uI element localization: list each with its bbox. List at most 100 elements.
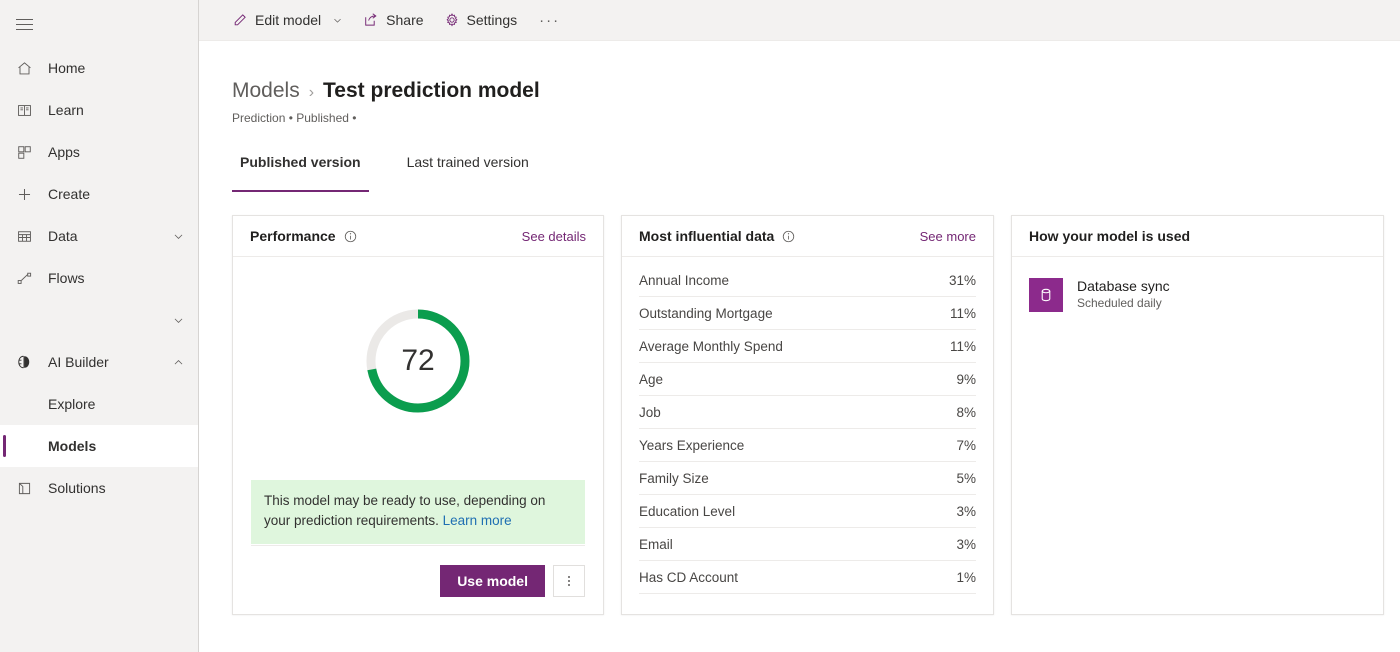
home-icon <box>0 47 48 89</box>
usage-card-title: How your model is used <box>1029 228 1190 244</box>
table-row: Age9% <box>639 363 976 396</box>
influential-field-name: Family Size <box>639 471 956 486</box>
influential-field-percent: 31% <box>949 273 976 288</box>
table-row: Years Experience7% <box>639 429 976 462</box>
table-row: Average Monthly Spend11% <box>639 330 976 363</box>
sidebar-item-label: Home <box>48 61 158 75</box>
influential-field-percent: 3% <box>956 504 976 519</box>
chevron-down-icon[interactable] <box>332 15 343 26</box>
main-content: Edit model Share <box>199 0 1400 652</box>
hamburger-icon[interactable] <box>0 4 48 44</box>
influential-field-name: Annual Income <box>639 273 949 288</box>
tab-last-trained-version[interactable]: Last trained version <box>399 154 537 192</box>
solutions-icon <box>0 467 48 509</box>
chevron-placeholder <box>158 131 198 173</box>
performance-gauge-wrapper: 72 <box>233 305 603 417</box>
list-item[interactable]: Database sync Scheduled daily <box>1029 277 1366 312</box>
gauge-value: 72 <box>362 305 474 417</box>
chevron-placeholder <box>158 383 198 425</box>
version-tabs: Published version Last trained version <box>232 154 1400 192</box>
table-row: Annual Income31% <box>639 264 976 297</box>
sidebar-item-ai-builder[interactable]: AI Builder <box>0 341 198 383</box>
empty-icon <box>0 299 48 341</box>
most-influential-data-card: Most influential data See more Annual In… <box>621 215 994 615</box>
chevron-down-icon[interactable] <box>158 299 198 341</box>
pencil-icon <box>232 12 248 28</box>
influential-data-list: Annual Income31%Outstanding Mortgage11%A… <box>622 264 993 594</box>
sidebar-item-create[interactable]: Create <box>0 173 198 215</box>
sidebar-item-apps[interactable]: Apps <box>0 131 198 173</box>
performance-card: Performance See details <box>232 215 604 615</box>
usage-item-text: Database sync Scheduled daily <box>1077 277 1170 312</box>
chevron-up-icon[interactable] <box>158 341 198 383</box>
settings-button[interactable]: Settings <box>434 0 528 41</box>
tab-published-version[interactable]: Published version <box>232 154 369 192</box>
sidebar-item-learn[interactable]: Learn <box>0 89 198 131</box>
influential-card-title: Most influential data <box>639 228 774 244</box>
usage-card-header: How your model is used <box>1012 216 1383 257</box>
sidebar-item-solutions[interactable]: Solutions <box>0 467 198 509</box>
edit-model-label: Edit model <box>255 12 321 28</box>
see-details-link[interactable]: See details <box>522 229 586 244</box>
influential-field-name: Outstanding Mortgage <box>639 306 950 321</box>
table-row: Education Level3% <box>639 495 976 528</box>
edit-model-button[interactable]: Edit model <box>222 0 353 41</box>
influential-field-name: Average Monthly Spend <box>639 339 950 354</box>
sidebar-item-label: AI Builder <box>48 355 158 369</box>
influential-field-percent: 5% <box>956 471 976 486</box>
influential-field-percent: 11% <box>950 306 976 321</box>
page-body: Models › Test prediction model Predictio… <box>199 79 1400 615</box>
sidebar-item-label: Solutions <box>48 481 158 495</box>
influential-field-name: Years Experience <box>639 438 956 453</box>
sidebar-item-label: Create <box>48 187 158 201</box>
sidebar-item-models[interactable]: Models <box>0 425 198 467</box>
sidebar-item-label: Flows <box>48 271 158 285</box>
database-icon <box>1029 278 1063 312</box>
sidebar-item-explore[interactable]: Explore <box>0 383 198 425</box>
breadcrumb-separator-icon: › <box>309 84 314 102</box>
usage-list: Database sync Scheduled daily <box>1012 257 1383 312</box>
influential-card-header: Most influential data See more <box>622 216 993 257</box>
chevron-placeholder <box>158 467 198 509</box>
selection-indicator <box>3 435 6 457</box>
chevron-placeholder <box>158 89 198 131</box>
influential-field-name: Has CD Account <box>639 570 956 585</box>
plus-icon <box>0 173 48 215</box>
sidebar-item-flows[interactable]: Flows <box>0 257 198 299</box>
sidebar-item-home[interactable]: Home <box>0 47 198 89</box>
chevron-down-icon[interactable] <box>158 215 198 257</box>
sidebar-item-collapsed-group[interactable] <box>0 299 198 341</box>
sidebar-item-data[interactable]: Data <box>0 215 198 257</box>
learn-more-link[interactable]: Learn more <box>443 513 512 528</box>
chevron-placeholder <box>158 47 198 89</box>
ai-builder-icon <box>0 341 48 383</box>
model-subtitle: Prediction • Published • <box>232 111 1400 125</box>
chevron-placeholder <box>158 173 198 215</box>
performance-gauge: 72 <box>362 305 474 417</box>
influential-field-percent: 1% <box>956 570 976 585</box>
see-more-link[interactable]: See more <box>920 229 976 244</box>
table-row: Email3% <box>639 528 976 561</box>
breadcrumb: Models › Test prediction model <box>232 79 1400 103</box>
use-model-button[interactable]: Use model <box>440 565 545 597</box>
table-icon <box>0 215 48 257</box>
overflow-menu-button[interactable]: ··· <box>527 0 572 41</box>
more-options-icon[interactable] <box>553 565 585 597</box>
page-title: Test prediction model <box>323 79 540 103</box>
influential-field-name: Job <box>639 405 956 420</box>
info-icon[interactable] <box>781 229 796 244</box>
sidebar-item-label: Models <box>48 439 158 453</box>
sidebar-nav: Home Learn <box>0 47 198 509</box>
usage-item-name: Database sync <box>1077 277 1170 295</box>
influential-field-percent: 3% <box>956 537 976 552</box>
info-icon[interactable] <box>343 229 358 244</box>
breadcrumb-parent-link[interactable]: Models <box>232 79 300 103</box>
share-button[interactable]: Share <box>353 0 433 41</box>
influential-field-name: Education Level <box>639 504 956 519</box>
share-label: Share <box>386 12 423 28</box>
readiness-banner: This model may be ready to use, dependin… <box>251 480 585 544</box>
influential-field-percent: 9% <box>956 372 976 387</box>
influential-field-percent: 11% <box>950 339 976 354</box>
sidebar-item-label: Explore <box>48 397 158 411</box>
performance-card-footer: Use model <box>251 545 585 597</box>
